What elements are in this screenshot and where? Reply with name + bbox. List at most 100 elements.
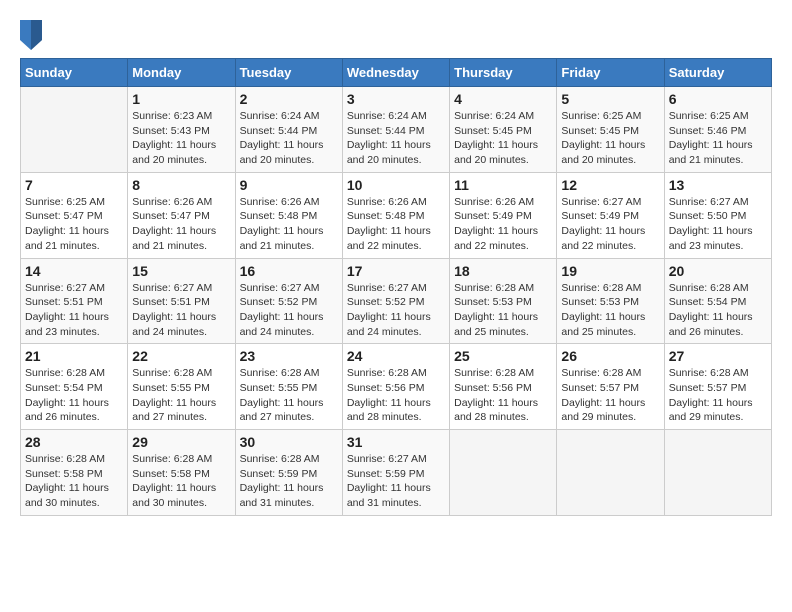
day-number: 10 [347,177,445,193]
calendar-table: SundayMondayTuesdayWednesdayThursdayFrid… [20,58,772,516]
day-info: Sunrise: 6:26 AM Sunset: 5:48 PM Dayligh… [347,195,445,254]
page-header [20,20,772,48]
day-number: 20 [669,263,767,279]
day-number: 26 [561,348,659,364]
calendar-week-row: 21 Sunrise: 6:28 AM Sunset: 5:54 PM Dayli… [21,344,772,430]
day-number: 14 [25,263,123,279]
calendar-cell: 31 Sunrise: 6:27 AM Sunset: 5:59 PM Dayli… [342,430,449,516]
day-of-week-header: Sunday [21,59,128,87]
day-number: 22 [132,348,230,364]
calendar-cell: 5 Sunrise: 6:25 AM Sunset: 5:45 PM Daylig… [557,87,664,173]
day-number: 30 [240,434,338,450]
day-number: 12 [561,177,659,193]
calendar-cell: 8Sunrise: 6:26 AM Sunset: 5:47 PM Daylig… [128,172,235,258]
calendar-cell: 13 Sunrise: 6:27 AM Sunset: 5:50 PM Dayli… [664,172,771,258]
day-of-week-header: Monday [128,59,235,87]
day-number: 2 [240,91,338,107]
calendar-cell: 20 Sunrise: 6:28 AM Sunset: 5:54 PM Dayli… [664,258,771,344]
day-info: Sunrise: 6:28 AM Sunset: 5:58 PM Dayligh… [25,452,123,511]
calendar-cell: 9 Sunrise: 6:26 AM Sunset: 5:48 PM Daylig… [235,172,342,258]
calendar-cell: 30 Sunrise: 6:28 AM Sunset: 5:59 PM Dayli… [235,430,342,516]
calendar-cell [450,430,557,516]
day-info: Sunrise: 6:28 AM Sunset: 5:54 PM Dayligh… [25,366,123,425]
day-info: Sunrise: 6:28 AM Sunset: 5:53 PM Dayligh… [454,281,552,340]
days-of-week-row: SundayMondayTuesdayWednesdayThursdayFrid… [21,59,772,87]
day-number: 17 [347,263,445,279]
calendar-cell: 23 Sunrise: 6:28 AM Sunset: 5:55 PM Dayli… [235,344,342,430]
day-info: Sunrise: 6:27 AM Sunset: 5:51 PM Dayligh… [132,281,230,340]
calendar-cell: 16 Sunrise: 6:27 AM Sunset: 5:52 PM Dayli… [235,258,342,344]
day-of-week-header: Friday [557,59,664,87]
day-info: Sunrise: 6:28 AM Sunset: 5:55 PM Dayligh… [240,366,338,425]
calendar-week-row: 1 Sunrise: 6:23 AM Sunset: 5:43 PM Daylig… [21,87,772,173]
day-number: 6 [669,91,767,107]
calendar-cell: 17 Sunrise: 6:27 AM Sunset: 5:52 PM Dayli… [342,258,449,344]
day-number: 5 [561,91,659,107]
day-info: Sunrise: 6:27 AM Sunset: 5:51 PM Dayligh… [25,281,123,340]
day-info: Sunrise: 6:28 AM Sunset: 5:58 PM Dayligh… [132,452,230,511]
calendar-cell: 25Sunrise: 6:28 AM Sunset: 5:56 PM Dayli… [450,344,557,430]
day-number: 1 [132,91,230,107]
day-number: 7 [25,177,123,193]
day-info: Sunrise: 6:28 AM Sunset: 5:54 PM Dayligh… [669,281,767,340]
day-info: Sunrise: 6:27 AM Sunset: 5:52 PM Dayligh… [240,281,338,340]
day-info: Sunrise: 6:26 AM Sunset: 5:47 PM Dayligh… [132,195,230,254]
day-info: Sunrise: 6:26 AM Sunset: 5:48 PM Dayligh… [240,195,338,254]
day-number: 31 [347,434,445,450]
day-number: 18 [454,263,552,279]
day-info: Sunrise: 6:27 AM Sunset: 5:49 PM Dayligh… [561,195,659,254]
calendar-cell: 27Sunrise: 6:28 AM Sunset: 5:57 PM Dayli… [664,344,771,430]
calendar-cell: 10 Sunrise: 6:26 AM Sunset: 5:48 PM Dayli… [342,172,449,258]
day-number: 3 [347,91,445,107]
calendar-body: 1 Sunrise: 6:23 AM Sunset: 5:43 PM Daylig… [21,87,772,516]
day-info: Sunrise: 6:28 AM Sunset: 5:56 PM Dayligh… [454,366,552,425]
day-info: Sunrise: 6:28 AM Sunset: 5:59 PM Dayligh… [240,452,338,511]
calendar-cell: 24 Sunrise: 6:28 AM Sunset: 5:56 PM Dayli… [342,344,449,430]
day-number: 4 [454,91,552,107]
calendar-cell: 29 Sunrise: 6:28 AM Sunset: 5:58 PM Dayli… [128,430,235,516]
day-number: 28 [25,434,123,450]
day-info: Sunrise: 6:24 AM Sunset: 5:44 PM Dayligh… [240,109,338,168]
logo [20,20,44,48]
calendar-cell: 3Sunrise: 6:24 AM Sunset: 5:44 PM Daylig… [342,87,449,173]
day-info: Sunrise: 6:28 AM Sunset: 5:56 PM Dayligh… [347,366,445,425]
calendar-cell: 22 Sunrise: 6:28 AM Sunset: 5:55 PM Dayli… [128,344,235,430]
day-number: 24 [347,348,445,364]
day-number: 9 [240,177,338,193]
day-number: 11 [454,177,552,193]
calendar-cell: 21 Sunrise: 6:28 AM Sunset: 5:54 PM Dayli… [21,344,128,430]
day-number: 29 [132,434,230,450]
logo-icon [20,20,40,48]
day-info: Sunrise: 6:24 AM Sunset: 5:45 PM Dayligh… [454,109,552,168]
day-info: Sunrise: 6:28 AM Sunset: 5:53 PM Dayligh… [561,281,659,340]
calendar-cell: 4 Sunrise: 6:24 AM Sunset: 5:45 PM Daylig… [450,87,557,173]
day-info: Sunrise: 6:23 AM Sunset: 5:43 PM Dayligh… [132,109,230,168]
calendar-week-row: 28 Sunrise: 6:28 AM Sunset: 5:58 PM Dayli… [21,430,772,516]
day-number: 19 [561,263,659,279]
calendar-cell: 26Sunrise: 6:28 AM Sunset: 5:57 PM Dayli… [557,344,664,430]
day-number: 16 [240,263,338,279]
day-number: 13 [669,177,767,193]
day-of-week-header: Wednesday [342,59,449,87]
calendar-cell: 2 Sunrise: 6:24 AM Sunset: 5:44 PM Daylig… [235,87,342,173]
day-number: 15 [132,263,230,279]
day-of-week-header: Saturday [664,59,771,87]
day-info: Sunrise: 6:25 AM Sunset: 5:45 PM Dayligh… [561,109,659,168]
day-info: Sunrise: 6:27 AM Sunset: 5:59 PM Dayligh… [347,452,445,511]
calendar-week-row: 7Sunrise: 6:25 AM Sunset: 5:47 PM Daylig… [21,172,772,258]
day-of-week-header: Tuesday [235,59,342,87]
calendar-cell [21,87,128,173]
day-info: Sunrise: 6:28 AM Sunset: 5:55 PM Dayligh… [132,366,230,425]
day-number: 27 [669,348,767,364]
calendar-cell: 14 Sunrise: 6:27 AM Sunset: 5:51 PM Dayli… [21,258,128,344]
calendar-cell: 12 Sunrise: 6:27 AM Sunset: 5:49 PM Dayli… [557,172,664,258]
day-info: Sunrise: 6:27 AM Sunset: 5:50 PM Dayligh… [669,195,767,254]
calendar-cell: 18 Sunrise: 6:28 AM Sunset: 5:53 PM Dayli… [450,258,557,344]
day-info: Sunrise: 6:27 AM Sunset: 5:52 PM Dayligh… [347,281,445,340]
calendar-header: SundayMondayTuesdayWednesdayThursdayFrid… [21,59,772,87]
calendar-cell [557,430,664,516]
day-number: 23 [240,348,338,364]
calendar-cell: 28 Sunrise: 6:28 AM Sunset: 5:58 PM Dayli… [21,430,128,516]
day-number: 21 [25,348,123,364]
calendar-cell: 19 Sunrise: 6:28 AM Sunset: 5:53 PM Dayli… [557,258,664,344]
